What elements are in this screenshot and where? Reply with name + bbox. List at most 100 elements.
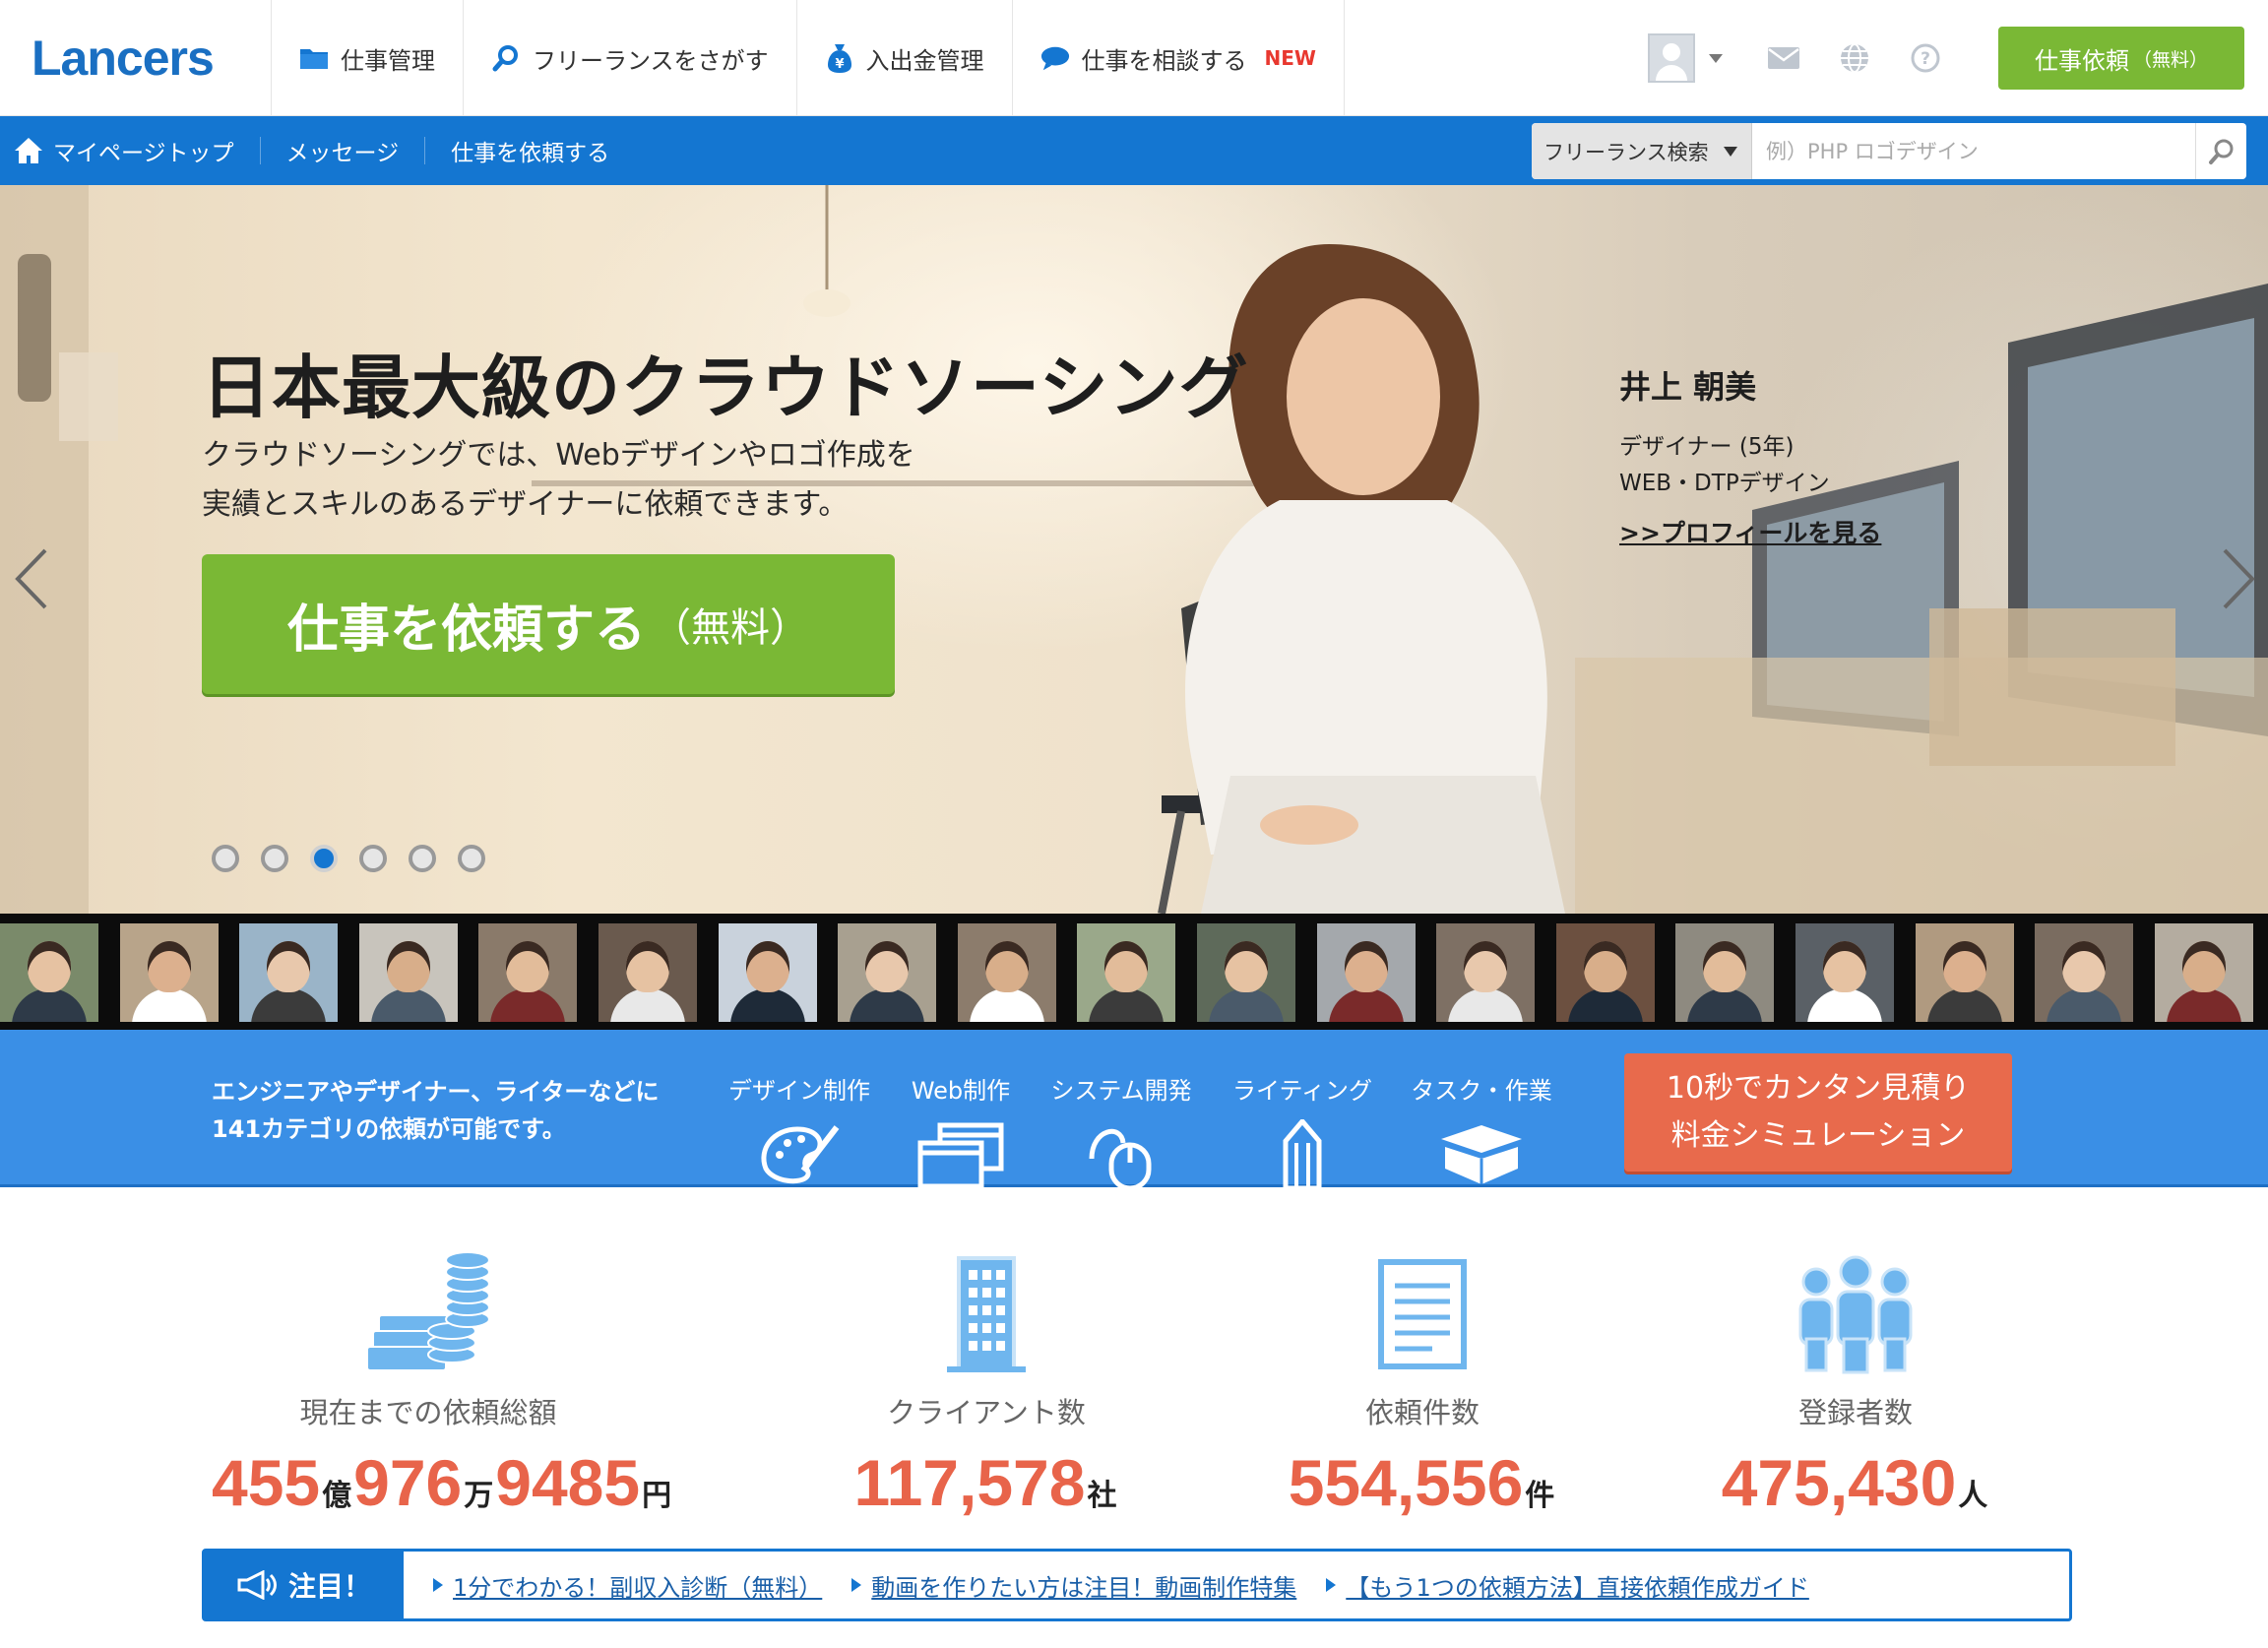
triangle-right-icon	[851, 1578, 862, 1592]
category-label: タスク・作業	[1411, 1077, 1552, 1105]
freelancer-thumbnail[interactable]	[1197, 923, 1295, 1022]
globe-icon[interactable]	[1837, 40, 1872, 76]
thumbnail-face	[1344, 941, 1388, 992]
carousel-dot[interactable]	[359, 845, 387, 872]
freelancer-thumbnail[interactable]	[239, 923, 339, 1022]
search-type-select[interactable]: フリーランス検索	[1532, 123, 1752, 179]
nav-find-freelancer[interactable]: フリーランスをさがす	[464, 0, 797, 116]
hero-subtitle-line: クラウドソーシングでは、Webデザインやロゴ作成を	[202, 438, 915, 473]
thumbnail-face	[1583, 941, 1627, 992]
money-bag-icon: ¥	[825, 43, 854, 73]
mouse-icon	[1089, 1129, 1152, 1188]
subnav-message-link[interactable]: メッセージ	[261, 137, 426, 166]
thumbnail-face	[626, 941, 669, 992]
freelancer-thumbnail[interactable]	[358, 923, 458, 1022]
freelancer-thumbnail[interactable]	[1915, 923, 2014, 1022]
freelancer-thumbnail[interactable]	[838, 923, 937, 1022]
freelancer-thumbnail[interactable]	[119, 923, 219, 1022]
stat-number: 455	[212, 1446, 321, 1519]
freelancer-thumbnail[interactable]	[1077, 923, 1176, 1022]
thumbnail-face	[984, 941, 1029, 992]
request-job-button[interactable]: 仕事依頼 （無料）	[1998, 27, 2244, 90]
profile-link[interactable]: >>プロフィールを見る	[1619, 514, 1881, 549]
stat-jobs: 依頼件数 554,556件	[1206, 1250, 1639, 1520]
search-input[interactable]	[1752, 123, 2195, 179]
stat-value: 554,556件	[1206, 1445, 1639, 1520]
subnav-mypage-link[interactable]: マイページトップ	[14, 137, 261, 166]
request-job-suffix: （無料）	[2132, 48, 2208, 71]
lancers-logo[interactable]: Lancers	[32, 30, 228, 87]
notice-link[interactable]: 1分でわかる！副収入診断（無料）	[433, 1568, 822, 1603]
thumbnail-body	[1567, 988, 1643, 1022]
thumbnail-body	[1089, 988, 1165, 1022]
stat-unit: 万	[464, 1479, 494, 1513]
carousel-next-arrow[interactable]	[2219, 544, 2258, 613]
stat-unit: 社	[1087, 1479, 1117, 1513]
category-system[interactable]: システム開発	[1038, 1071, 1205, 1188]
freelancer-thumbnail[interactable]	[718, 923, 817, 1022]
thumbnail-body	[1328, 988, 1404, 1022]
carousel-dot[interactable]	[261, 845, 288, 872]
stat-number: 9485	[495, 1446, 641, 1519]
new-badge: NEW	[1264, 46, 1316, 70]
building-icon	[947, 1256, 1026, 1372]
thumbnail-face	[2062, 941, 2107, 992]
dropdown-arrow-icon	[1724, 146, 1737, 157]
hero-request-button[interactable]: 仕事を依頼する （無料）	[202, 554, 895, 694]
notice-tag-label: 注目！	[287, 1570, 371, 1603]
thumbnail-body	[729, 988, 805, 1022]
mail-icon[interactable]	[1766, 40, 1801, 76]
freelancer-name: 井上 朝美	[1619, 368, 1757, 406]
box-icon	[1441, 1125, 1522, 1184]
subnav-request-link[interactable]: 仕事を依頼する	[425, 137, 635, 166]
carousel-dot[interactable]	[212, 845, 239, 872]
thumbnail-face	[1703, 941, 1747, 992]
carousel-dot[interactable]	[409, 845, 436, 872]
category-task[interactable]: タスク・作業	[1398, 1071, 1565, 1188]
category-writing[interactable]: ライティング	[1219, 1071, 1386, 1190]
freelancer-thumbnail[interactable]	[1555, 923, 1655, 1022]
nav-payments[interactable]: ¥ 入出金管理	[797, 0, 1013, 116]
thumbnail-face	[2181, 941, 2226, 992]
carousel-dot[interactable]	[458, 845, 485, 872]
category-label: システム開発	[1050, 1077, 1192, 1105]
thumbnail-face	[1104, 941, 1149, 992]
thumbnail-body	[1926, 988, 2002, 1022]
nav-job-management[interactable]: 仕事管理	[272, 0, 464, 116]
money-stack-icon	[366, 1251, 490, 1371]
freelancer-thumbnail[interactable]	[0, 923, 98, 1022]
freelancer-thumbnail[interactable]	[957, 923, 1056, 1022]
global-header: Lancers 仕事管理 フリーランスをさがす ¥ 入出金管理 仕事を相談する	[0, 0, 2268, 116]
notice-link[interactable]: 【もう1つの依頼方法】直接依頼作成ガイド	[1326, 1568, 1809, 1603]
notice-link[interactable]: 動画を作りたい方は注目！動画制作特集	[851, 1568, 1296, 1603]
freelancer-thumbnail[interactable]	[1316, 923, 1416, 1022]
carousel-dot-active[interactable]	[310, 845, 338, 872]
chevron-down-icon[interactable]	[1709, 53, 1723, 63]
freelancer-thumbnail[interactable]	[1796, 923, 1894, 1022]
hero-subtitle-line: 実績とスキルのあるデザイナーに依頼できます。	[202, 487, 849, 522]
category-lead-line: 141カテゴリの依頼が可能です。	[212, 1115, 566, 1143]
category-design[interactable]: デザイン制作	[716, 1071, 883, 1188]
thumbnail-body	[610, 988, 685, 1022]
nav-consult[interactable]: 仕事を相談する NEW	[1013, 0, 1345, 116]
freelancer-thumbnail[interactable]	[2035, 923, 2134, 1022]
document-icon	[1378, 1259, 1467, 1369]
nav-label: 入出金管理	[865, 46, 984, 75]
freelancer-thumbnail[interactable]	[1675, 923, 1775, 1022]
category-label: Web制作	[911, 1077, 1011, 1105]
category-label: デザイン制作	[728, 1077, 870, 1105]
freelancer-thumbnail[interactable]	[1436, 923, 1536, 1022]
help-icon[interactable]: ?	[1908, 40, 1943, 76]
stat-value: 475,430人	[1639, 1445, 2072, 1520]
featured-freelancer: 井上 朝美 デザイナー (5年) WEB・DTPデザイン >>プロフィールを見る	[1619, 362, 1881, 549]
freelancer-thumbnail[interactable]	[478, 923, 578, 1022]
price-simulation-button[interactable]: 10秒でカンタン見積り 料金シミュレーション	[1624, 1053, 2012, 1172]
search-button[interactable]	[2195, 123, 2246, 179]
stat-number: 554,556	[1288, 1446, 1524, 1519]
search-icon	[2208, 139, 2233, 164]
avatar[interactable]	[1648, 33, 1695, 83]
freelancer-thumbnail[interactable]	[2154, 923, 2253, 1022]
carousel-prev-arrow[interactable]	[12, 544, 51, 613]
freelancer-thumbnail[interactable]	[598, 923, 697, 1022]
category-web[interactable]: Web制作	[877, 1071, 1044, 1188]
